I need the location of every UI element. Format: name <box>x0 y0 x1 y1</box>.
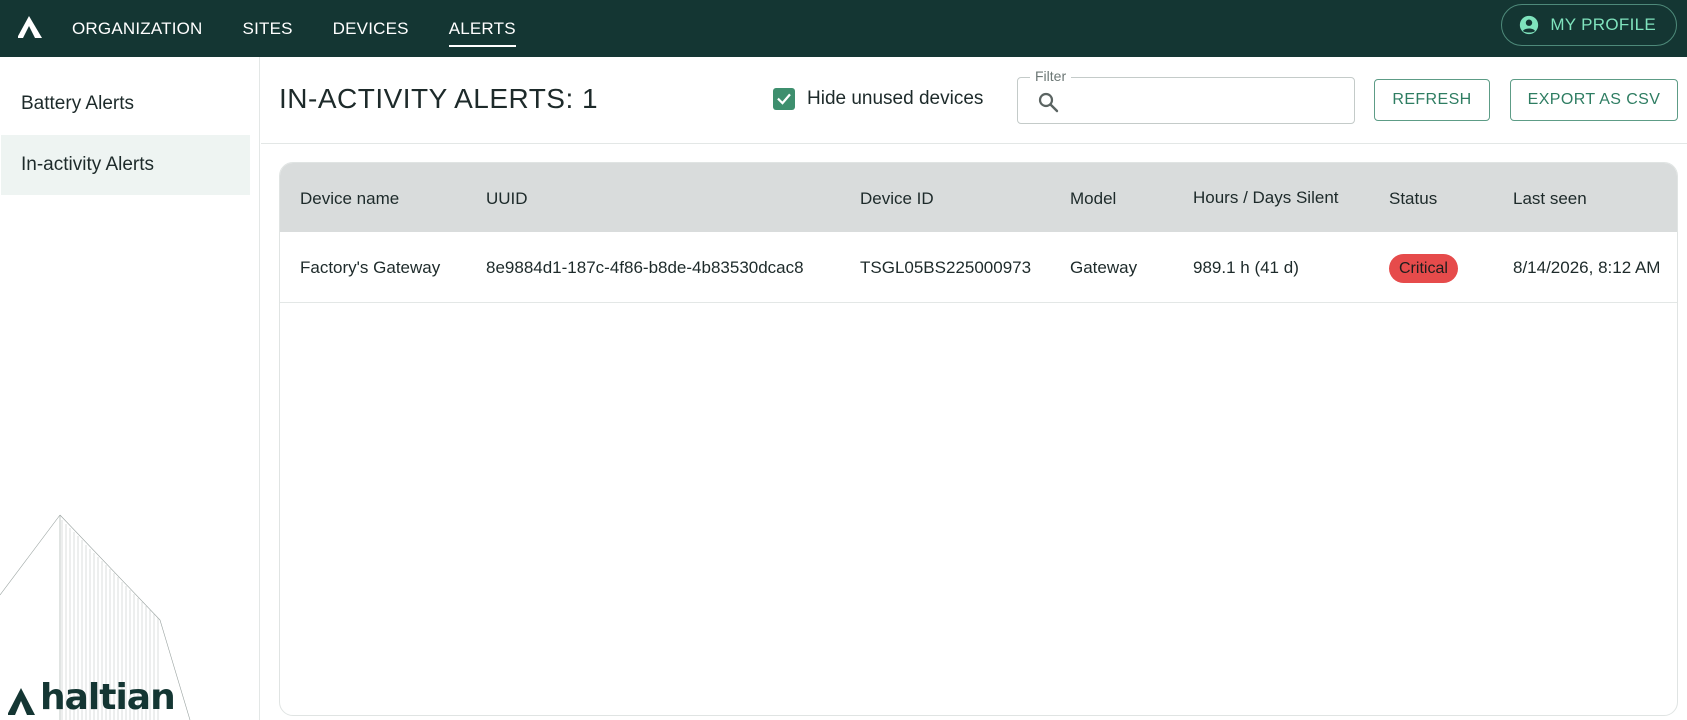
status-badge: Critical <box>1389 254 1458 283</box>
nav-alerts[interactable]: ALERTS <box>448 0 516 57</box>
brand-wordmark: haltian <box>40 677 176 718</box>
refresh-button[interactable]: REFRESH <box>1374 79 1490 121</box>
account-circle-icon <box>1520 15 1539 35</box>
cell-device-name: Factory's Gateway <box>300 258 441 277</box>
column-header-uuid[interactable]: UUID <box>486 189 528 209</box>
my-profile-button[interactable]: MY PROFILE <box>1501 4 1677 46</box>
haltian-triangle-icon <box>8 688 35 715</box>
cell-uuid: 8e9884d1-187c-4f86-b8de-4b83530dcac8 <box>486 258 804 277</box>
nav-devices[interactable]: DEVICES <box>333 0 409 57</box>
filter-field[interactable]: Filter <box>1017 68 1355 124</box>
cell-device-id: TSGL05BS225000973 <box>860 258 1032 277</box>
cell-silent: 989.1 h (41 d) <box>1193 258 1299 277</box>
column-header-status[interactable]: Status <box>1389 189 1437 209</box>
haltian-brand-logo: haltian <box>8 677 176 718</box>
main-nav: ORGANIZATION SITES DEVICES ALERTS <box>72 0 556 57</box>
sidebar-item-battery-alerts[interactable]: Battery Alerts <box>1 74 250 134</box>
sidebar: Battery Alerts In-activity Alerts haltia… <box>0 57 260 720</box>
top-navigation-bar: ORGANIZATION SITES DEVICES ALERTS MY PRO… <box>0 0 1687 57</box>
search-icon <box>1038 92 1059 113</box>
filter-input[interactable] <box>1070 84 1345 118</box>
sidebar-item-inactivity-alerts[interactable]: In-activity Alerts <box>1 135 250 195</box>
page-header: IN-ACTIVITY ALERTS: 1 Hide unused device… <box>261 57 1687 144</box>
table-header-row: Device name UUID Device ID Model Hours /… <box>280 163 1677 232</box>
table-row[interactable]: Factory's Gateway 8e9884d1-187c-4f86-b8d… <box>280 232 1677 303</box>
hide-unused-devices-toggle[interactable]: Hide unused devices <box>773 88 983 110</box>
haltian-logo-icon[interactable] <box>18 14 44 40</box>
page-title: IN-ACTIVITY ALERTS: 1 <box>279 83 599 114</box>
sidebar-item-label: In-activity Alerts <box>21 154 155 175</box>
hide-unused-label: Hide unused devices <box>807 88 984 109</box>
column-header-device-name[interactable]: Device name <box>300 189 399 209</box>
alerts-table: Device name UUID Device ID Model Hours /… <box>279 162 1678 716</box>
column-header-last-seen[interactable]: Last seen <box>1513 189 1587 209</box>
column-header-silent[interactable]: Hours / Days Silent <box>1193 188 1339 208</box>
column-header-device-id[interactable]: Device ID <box>860 189 934 209</box>
hide-unused-checkbox[interactable] <box>773 88 795 110</box>
nav-organization[interactable]: ORGANIZATION <box>72 0 203 57</box>
check-icon <box>777 93 791 105</box>
column-header-model[interactable]: Model <box>1070 189 1116 209</box>
my-profile-label: MY PROFILE <box>1550 15 1656 34</box>
export-csv-button[interactable]: EXPORT AS CSV <box>1510 79 1678 121</box>
sidebar-item-label: Battery Alerts <box>21 93 134 114</box>
cell-model: Gateway <box>1070 258 1138 277</box>
filter-label: Filter <box>1030 68 1072 84</box>
cell-last-seen: 8/14/2026, 8:12 AM <box>1513 258 1661 277</box>
nav-sites[interactable]: SITES <box>243 0 293 57</box>
